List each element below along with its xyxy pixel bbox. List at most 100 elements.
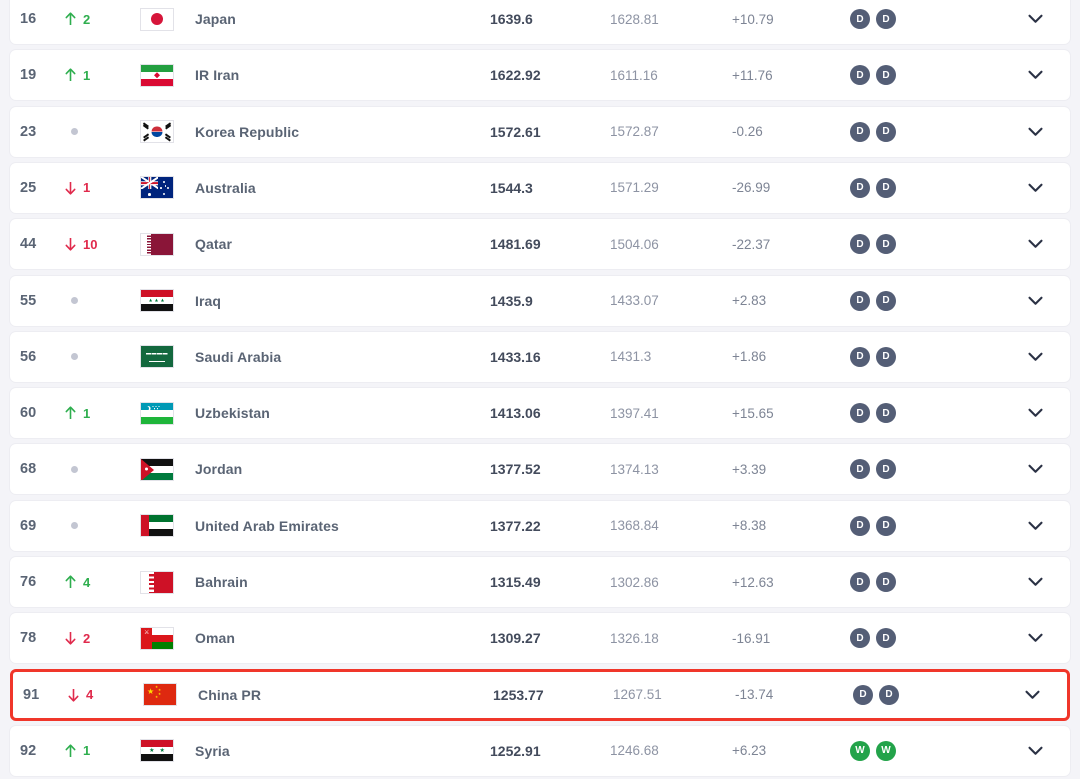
- table-row[interactable]: 25 1 Australia 1544.3 1571.29 -26.99 D D: [10, 162, 1070, 213]
- team-flag: ★ ★ ★ ★ ★: [143, 672, 187, 718]
- chevron-down-icon[interactable]: [1027, 127, 1043, 137]
- rank-movement-up: 4: [65, 575, 90, 590]
- expand-row-button[interactable]: [1018, 444, 1052, 494]
- points-delta-value: -22.37: [732, 236, 771, 252]
- result-badge-d[interactable]: D: [850, 459, 870, 480]
- result-badge-d[interactable]: D: [850, 346, 870, 367]
- recent-results: DD: [850, 219, 930, 269]
- chevron-down-icon[interactable]: [1027, 408, 1043, 418]
- expand-row-button[interactable]: [1018, 219, 1052, 269]
- chevron-down-icon[interactable]: [1027, 577, 1043, 587]
- chevron-down-icon[interactable]: [1027, 464, 1043, 474]
- table-row[interactable]: 55 ▲▲▲ Iraq 1435.9 1433.07 +2.83 D D: [10, 275, 1070, 326]
- table-row-highlighted[interactable]: 91 4 ★ ★ ★ ★ ★ China PR 1253.77 1267.51 -13.74 D D: [10, 668, 1070, 721]
- team-flag: [140, 444, 184, 494]
- rank-movement-count: 4: [86, 687, 94, 703]
- result-badge-d[interactable]: D: [876, 572, 896, 592]
- rank-movement: [65, 332, 135, 382]
- team-name: Japan: [195, 11, 236, 27]
- result-badge-d[interactable]: D: [853, 684, 873, 705]
- result-badge-d[interactable]: D: [876, 9, 896, 29]
- rank-movement: [65, 444, 135, 494]
- result-badge-d[interactable]: D: [876, 459, 896, 480]
- result-badge-d[interactable]: D: [876, 515, 896, 536]
- points-delta-value: -16.91: [732, 630, 771, 646]
- rank-movement-down: 4: [68, 687, 93, 702]
- table-row[interactable]: 92 1 ★★ Syria 1252.91 1246.68 +6.23 W W: [10, 725, 1070, 776]
- points-value: 1377.52: [490, 461, 541, 478]
- previous-points-value: 1611.16: [610, 67, 658, 83]
- result-badge-d[interactable]: D: [850, 9, 870, 29]
- expand-row-button[interactable]: [1018, 726, 1052, 776]
- arrow-down-icon: [65, 181, 76, 195]
- result-badge-w[interactable]: W: [850, 740, 870, 761]
- result-badge-d[interactable]: D: [876, 177, 896, 198]
- previous-points-value: 1374.13: [610, 461, 659, 477]
- result-badge-d[interactable]: D: [850, 65, 870, 86]
- previous-points-value: 1246.68: [610, 743, 659, 759]
- result-badge-d[interactable]: D: [876, 290, 896, 311]
- result-badge-d[interactable]: D: [850, 403, 870, 424]
- result-badge-d[interactable]: D: [850, 572, 870, 592]
- table-row[interactable]: 78 2 ⚔ Oman 1309.27 1326.18 -16.91 D D: [10, 613, 1070, 664]
- previous-points-value: 1431.3: [610, 349, 652, 365]
- rank-movement-count: 2: [83, 630, 91, 646]
- table-row[interactable]: 56 ▬▬▬▬ Saudi Arabia 1433.16 1431.3 +1.86 D D: [10, 331, 1070, 382]
- expand-row-button[interactable]: [1018, 388, 1052, 438]
- expand-row-button[interactable]: [1018, 557, 1052, 607]
- expand-row-button[interactable]: [1018, 50, 1052, 100]
- result-badge-d[interactable]: D: [876, 65, 896, 86]
- chevron-down-icon[interactable]: [1027, 296, 1043, 306]
- chevron-down-icon[interactable]: [1024, 690, 1040, 700]
- points-value: 1309.27: [490, 630, 541, 647]
- result-badge-d[interactable]: D: [850, 515, 870, 536]
- recent-results: DD: [850, 388, 930, 438]
- table-row[interactable]: 19 1 IR Iran 1622.92 1611.16 +11.76 D D: [10, 50, 1070, 101]
- expand-row-button[interactable]: [1015, 672, 1049, 718]
- previous-points-value: 1397.41: [610, 405, 659, 421]
- rank-movement-none-icon: [71, 522, 78, 530]
- table-row[interactable]: 16 2 Japan 1639.6 1628.81 +10.79 D D: [10, 0, 1070, 44]
- result-badge-d[interactable]: D: [850, 628, 870, 649]
- result-badge-d[interactable]: D: [876, 628, 896, 649]
- table-row[interactable]: 23 Korea Republic 1572.61 1572.87 -0.26 D D: [10, 106, 1070, 157]
- chevron-down-icon[interactable]: [1027, 352, 1043, 362]
- table-row[interactable]: 44 10 Qatar 1481.69 1504.06 -22.37 D D: [10, 219, 1070, 270]
- table-row[interactable]: 69 United Arab Emirates 1377.22 1368.84 +8.3…: [10, 500, 1070, 551]
- chevron-down-icon[interactable]: [1027, 14, 1043, 24]
- team-flag: [140, 219, 184, 269]
- expand-row-button[interactable]: [1018, 163, 1052, 213]
- rank-movement: 4: [65, 557, 135, 607]
- points-delta-value: -0.26: [732, 124, 763, 140]
- result-badge-d[interactable]: D: [879, 684, 899, 705]
- chevron-down-icon[interactable]: [1027, 521, 1043, 531]
- result-badge-d[interactable]: D: [876, 346, 896, 367]
- table-row[interactable]: 68 Jordan 1377.52 1374.13 +3.39 D D: [10, 444, 1070, 495]
- table-row[interactable]: 60 1 Uzbekistan 1413.06 1397.41 +15.65 D D: [10, 388, 1070, 439]
- result-badge-d[interactable]: D: [850, 290, 870, 311]
- expand-row-button[interactable]: [1018, 276, 1052, 326]
- chevron-down-icon[interactable]: [1027, 746, 1043, 756]
- chevron-down-icon[interactable]: [1027, 239, 1043, 249]
- table-row[interactable]: 76 4 Bahrain 1315.49 1302.86 +12.63 D D: [10, 557, 1070, 607]
- expand-row-button[interactable]: [1018, 0, 1052, 44]
- result-badge-d[interactable]: D: [876, 121, 896, 142]
- expand-row-button[interactable]: [1018, 332, 1052, 382]
- chevron-down-icon[interactable]: [1027, 70, 1043, 80]
- team-name: Bahrain: [195, 574, 248, 590]
- result-badge-d[interactable]: D: [850, 234, 870, 255]
- rank-movement-count: 4: [83, 574, 91, 590]
- recent-results: DD: [850, 0, 930, 44]
- chevron-down-icon[interactable]: [1027, 633, 1043, 643]
- flag-china-pr: ★ ★ ★ ★ ★: [143, 683, 177, 707]
- points-value: 1572.61: [490, 123, 541, 140]
- expand-row-button[interactable]: [1018, 501, 1052, 551]
- result-badge-d[interactable]: D: [876, 234, 896, 255]
- result-badge-d[interactable]: D: [850, 177, 870, 198]
- expand-row-button[interactable]: [1018, 613, 1052, 663]
- result-badge-d[interactable]: D: [876, 403, 896, 424]
- result-badge-d[interactable]: D: [850, 121, 870, 142]
- expand-row-button[interactable]: [1018, 107, 1052, 157]
- chevron-down-icon[interactable]: [1027, 183, 1043, 193]
- result-badge-w[interactable]: W: [876, 740, 896, 761]
